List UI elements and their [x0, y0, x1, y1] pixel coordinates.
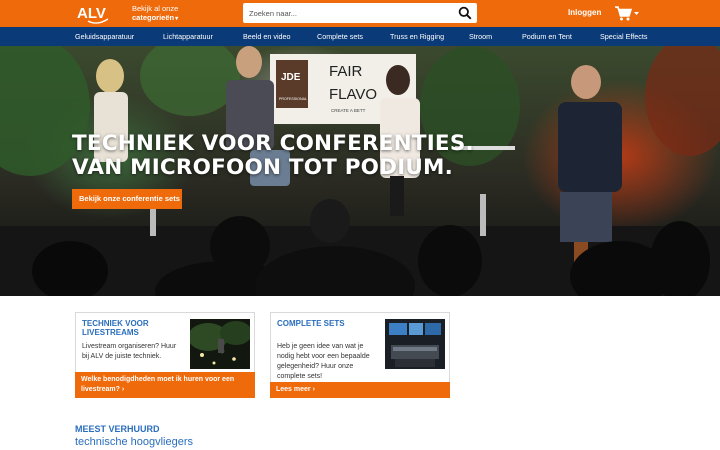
card-text: Heb je geen idee van wat je nodig hebt v… [277, 343, 370, 380]
main-nav: Geluidsapparatuur Lichtapparatuur Beeld … [0, 27, 720, 46]
nav-item-stroom[interactable]: Stroom [469, 32, 492, 41]
hero-title: TECHNIEK VOOR CONFERENTIES. VAN MICROFOO… [72, 132, 474, 180]
hero-banner: JDE PROFESSIONAL FAIR FLAVO CREATE A BET… [0, 46, 720, 296]
card-footer-link[interactable]: Lees meer › [270, 382, 450, 398]
card-footer-link[interactable]: Welke benodigdheden moet ik huren voor e… [75, 372, 255, 398]
alv-logo[interactable]: ALV [75, 2, 115, 24]
top-header: ALV Bekijk al onze categorieën▾ Inloggen [0, 0, 720, 27]
categories-line1: Bekijk al onze [132, 4, 179, 13]
livestream-image [190, 319, 250, 369]
nav-item-truss-en-rigging[interactable]: Truss en Rigging [390, 32, 444, 41]
cart-icon [615, 6, 639, 21]
search-icon[interactable] [458, 6, 472, 20]
svg-text:PROFESSIONAL: PROFESSIONAL [279, 97, 307, 101]
nav-item-beeld-en-video[interactable]: Beeld en video [243, 32, 291, 41]
svg-text:CREATE A BETT: CREATE A BETT [331, 108, 366, 113]
search-box [243, 3, 477, 23]
nav-item-lichtapparatuur[interactable]: Lichtapparatuur [163, 32, 213, 41]
categories-line2: categorieën [132, 13, 175, 22]
nav-item-special-effects[interactable]: Special Effects [600, 32, 647, 41]
section-subtitle: technische hoogvliegers [75, 436, 194, 448]
section-title: Meest verhuurd [75, 424, 160, 434]
chevron-down-icon: ▾ [175, 16, 179, 22]
hero-title-line1: TECHNIEK VOOR CONFERENTIES. [72, 131, 474, 156]
svg-text:JDE: JDE [281, 72, 301, 83]
page: ALV Bekijk al onze categorieën▾ Inloggen [0, 0, 720, 450]
categories-menu[interactable]: Bekijk al onze categorieën▾ [132, 4, 178, 24]
card-title: Complete sets [277, 319, 345, 328]
card-title: Techniek voor livestreams [82, 319, 149, 337]
svg-text:FAIR: FAIR [329, 63, 363, 80]
complete-sets-image [385, 319, 445, 369]
search-input[interactable] [243, 3, 453, 23]
svg-text:ALV: ALV [77, 5, 106, 22]
card-livestreams[interactable]: Techniek voor livestreams Livestream org… [75, 312, 255, 398]
login-link[interactable]: Inloggen [568, 8, 601, 17]
nav-item-geluidsapparatuur[interactable]: Geluidsapparatuur [75, 32, 134, 41]
hero-title-line2: VAN MICROFOON TOT PODIUM. [72, 155, 454, 180]
section-heading: Meest verhuurd technische hoogvliegers [75, 424, 193, 449]
nav-item-complete-sets[interactable]: Complete sets [317, 32, 363, 41]
svg-text:FLAVO: FLAVO [329, 86, 377, 103]
nav-item-podium-en-tent[interactable]: Podium en Tent [522, 32, 572, 41]
cart-button[interactable] [614, 5, 640, 21]
card-complete-sets[interactable]: Complete sets Heb je geen idee van wat j… [270, 312, 450, 398]
card-text: Livestream organiseren? Huur bij ALV de … [82, 343, 177, 360]
conferentie-sets-button[interactable]: Bekijk onze conferentie sets [72, 189, 182, 209]
